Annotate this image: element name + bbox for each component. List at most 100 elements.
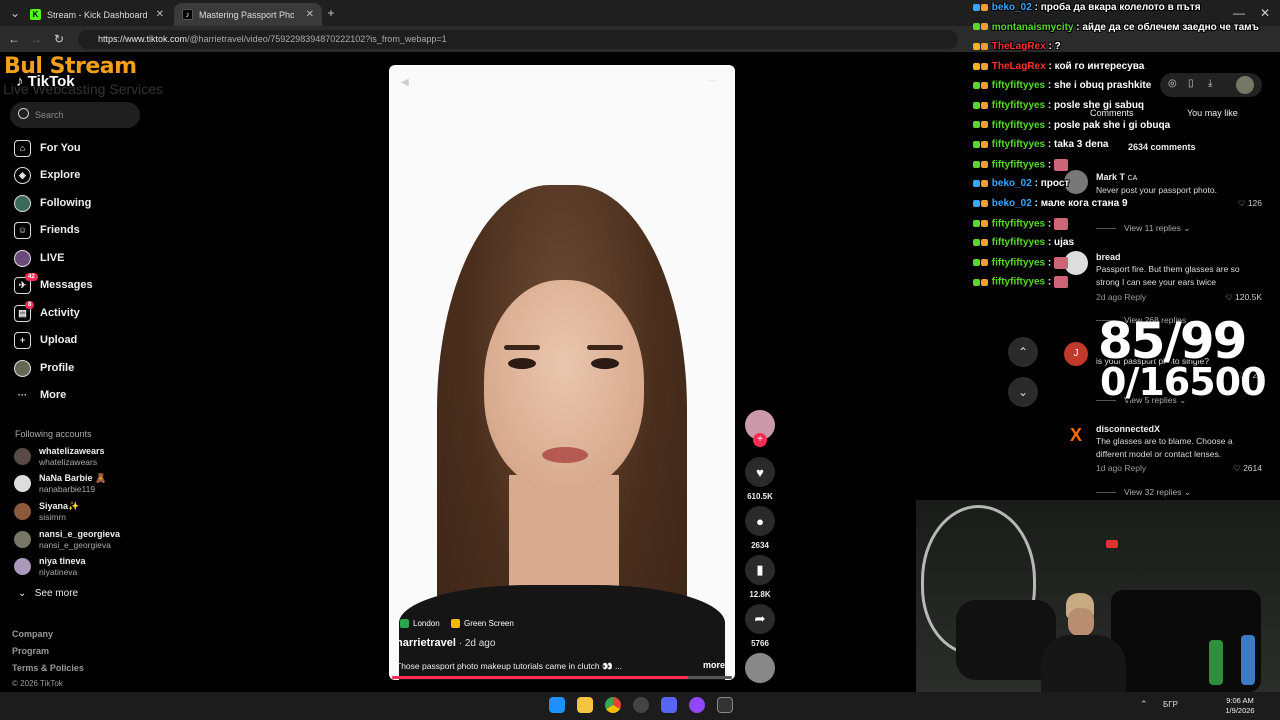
view-replies-button[interactable]: View 32 replies ⌄ — [1096, 487, 1191, 498]
chat-message: TheLagRex : кой го интересува — [973, 61, 1144, 79]
replies-label: View 32 replies — [1124, 487, 1182, 497]
save-button[interactable]: ▮ — [745, 555, 775, 585]
nav-label: Friends — [40, 224, 80, 236]
chrome-icon[interactable] — [605, 697, 621, 713]
input-language[interactable]: БГР — [1163, 700, 1178, 709]
forward-icon[interactable]: → — [27, 30, 45, 48]
nav-label: Activity — [40, 307, 80, 319]
comment-author[interactable]: bread — [1096, 252, 1121, 262]
kick-icon: K — [30, 9, 41, 20]
footer-terms[interactable]: Terms & Policies — [12, 663, 84, 673]
device-icon[interactable]: ▯ — [1188, 78, 1194, 89]
tab-kick-dashboard[interactable]: K Stream - Kick Dashboard ✕ — [22, 3, 172, 26]
close-icon[interactable]: ✕ — [306, 9, 314, 20]
comment-like[interactable]: ♡ 126 — [1222, 198, 1262, 209]
coins-icon[interactable]: ◎ — [1168, 78, 1177, 89]
footer-program[interactable]: Program — [12, 646, 49, 656]
like-count: 126 — [1247, 198, 1262, 208]
chat-badge-icon — [981, 62, 988, 70]
share-button[interactable]: ➦ — [745, 604, 775, 634]
like-button[interactable]: ♥ — [745, 457, 775, 487]
see-more-button[interactable]: ⌄ See more — [18, 588, 78, 599]
nav-following[interactable]: Following — [14, 193, 91, 213]
windows-start-icon[interactable] — [549, 697, 565, 713]
nav-explore[interactable]: ◈ Explore — [14, 165, 80, 185]
obs-icon[interactable] — [633, 697, 649, 713]
tray-chevron-icon[interactable]: ⌃ — [1140, 699, 1148, 710]
chat-text: : проба да вкара колелото в пътя — [1031, 2, 1201, 13]
chat-badge-icon — [973, 161, 980, 169]
footer-company[interactable]: Company — [12, 629, 53, 639]
user-avatar[interactable] — [1236, 76, 1254, 94]
next-video-button[interactable]: ⌄ — [1008, 377, 1038, 407]
minimize-icon[interactable]: — — [1230, 4, 1248, 22]
comment-like[interactable]: ♡ 2614 — [1222, 463, 1262, 474]
comment-meta[interactable]: 2d ago Reply — [1096, 292, 1146, 302]
nav-activity[interactable]: ▤ 8 Activity — [14, 300, 80, 323]
tab-you-may-like[interactable]: You may like — [1187, 108, 1238, 118]
nav-profile[interactable]: Profile — [14, 358, 74, 378]
close-icon[interactable]: ✕ — [156, 9, 164, 20]
right-brow — [587, 345, 623, 350]
effect-tag[interactable]: Green Screen — [451, 617, 514, 630]
nav-label: For You — [40, 142, 81, 154]
follow-plus-icon[interactable]: + — [753, 433, 767, 447]
comment-author[interactable]: Mark T CA — [1096, 172, 1137, 182]
chat-badge-icon — [973, 239, 980, 247]
music-disc-icon[interactable] — [745, 653, 775, 683]
volume-icon[interactable]: ◀ — [401, 77, 409, 88]
video-author[interactable]: harrietravel · 2d ago — [396, 637, 495, 649]
close-window-icon[interactable]: ✕ — [1256, 4, 1274, 22]
clock[interactable]: 9:06 AM 1/9/2026 — [1218, 696, 1262, 716]
description-more-button[interactable]: more — [703, 660, 725, 670]
chat-badge-icon — [973, 121, 980, 129]
nav-more[interactable]: ··· More — [14, 385, 66, 405]
red-light — [1106, 540, 1118, 548]
reload-icon[interactable]: ↻ — [50, 30, 68, 48]
comment-like[interactable]: ♡ 120.5K — [1222, 292, 1262, 303]
avatar — [14, 558, 31, 575]
comment-author[interactable]: disconnectedX — [1096, 424, 1160, 434]
file-explorer-icon[interactable] — [577, 697, 593, 713]
chat-text: : кой го интересува — [1045, 60, 1145, 72]
tab-tiktok-video[interactable]: ♪ Mastering Passport Photo M ✕ — [174, 3, 322, 26]
avatar[interactable]: X — [1064, 423, 1088, 447]
download-icon[interactable]: ⤓ — [1208, 78, 1212, 89]
nav-live[interactable]: LIVE — [14, 248, 64, 268]
activity-badge: 8 — [25, 300, 35, 309]
comment-button[interactable]: ● — [745, 506, 775, 536]
chat-badge-icon — [973, 23, 980, 31]
view-replies-button[interactable]: View 11 replies ⌄ — [1096, 223, 1190, 234]
comment-text: Never post your passport photo. — [1096, 185, 1217, 195]
new-tab-icon[interactable]: + — [322, 4, 340, 22]
nav-upload[interactable]: + Upload — [14, 330, 77, 350]
bottle-blue — [1241, 635, 1255, 685]
previous-video-button[interactable]: ⌃ — [1008, 337, 1038, 367]
chat-badge-icon — [973, 199, 980, 207]
chat-username: beko_02 — [989, 198, 1032, 209]
nav-friends[interactable]: ☺ Friends — [14, 220, 80, 240]
avatar — [14, 531, 31, 548]
search-input[interactable]: Search — [10, 102, 140, 128]
location-tag[interactable]: London — [400, 617, 440, 630]
nav-messages[interactable]: ✈ 42 Messages — [14, 272, 93, 295]
tiktok-logo[interactable]: ♪ TikTok — [16, 73, 75, 90]
chat-badge-icon — [973, 220, 980, 228]
discord-icon[interactable] — [661, 697, 677, 713]
nav-for-you[interactable]: ⌂ For You — [14, 138, 81, 158]
account-name: Siyana✨ — [39, 501, 80, 511]
avatar[interactable]: J — [1064, 342, 1088, 366]
url-bar[interactable]: https://www.tiktok.com/@harrietravel/vid… — [78, 30, 958, 49]
more-options-icon[interactable]: ··· — [707, 75, 717, 86]
chat-badge-icon — [981, 161, 988, 169]
app-icon[interactable] — [689, 697, 705, 713]
chat-badge-icon — [973, 62, 980, 70]
chat-emote-icon — [1054, 276, 1069, 289]
more-icon: ··· — [18, 390, 27, 400]
save-count: 12.8K — [749, 590, 771, 599]
terminal-icon[interactable] — [717, 697, 733, 713]
video-player[interactable]: ◀ ··· London Green Screen harrietravel ·… — [389, 65, 735, 680]
chat-text: : posle she gi sabuq — [1045, 100, 1145, 111]
back-icon[interactable]: ← — [5, 30, 23, 48]
comment-meta[interactable]: 1d ago Reply — [1096, 463, 1146, 473]
